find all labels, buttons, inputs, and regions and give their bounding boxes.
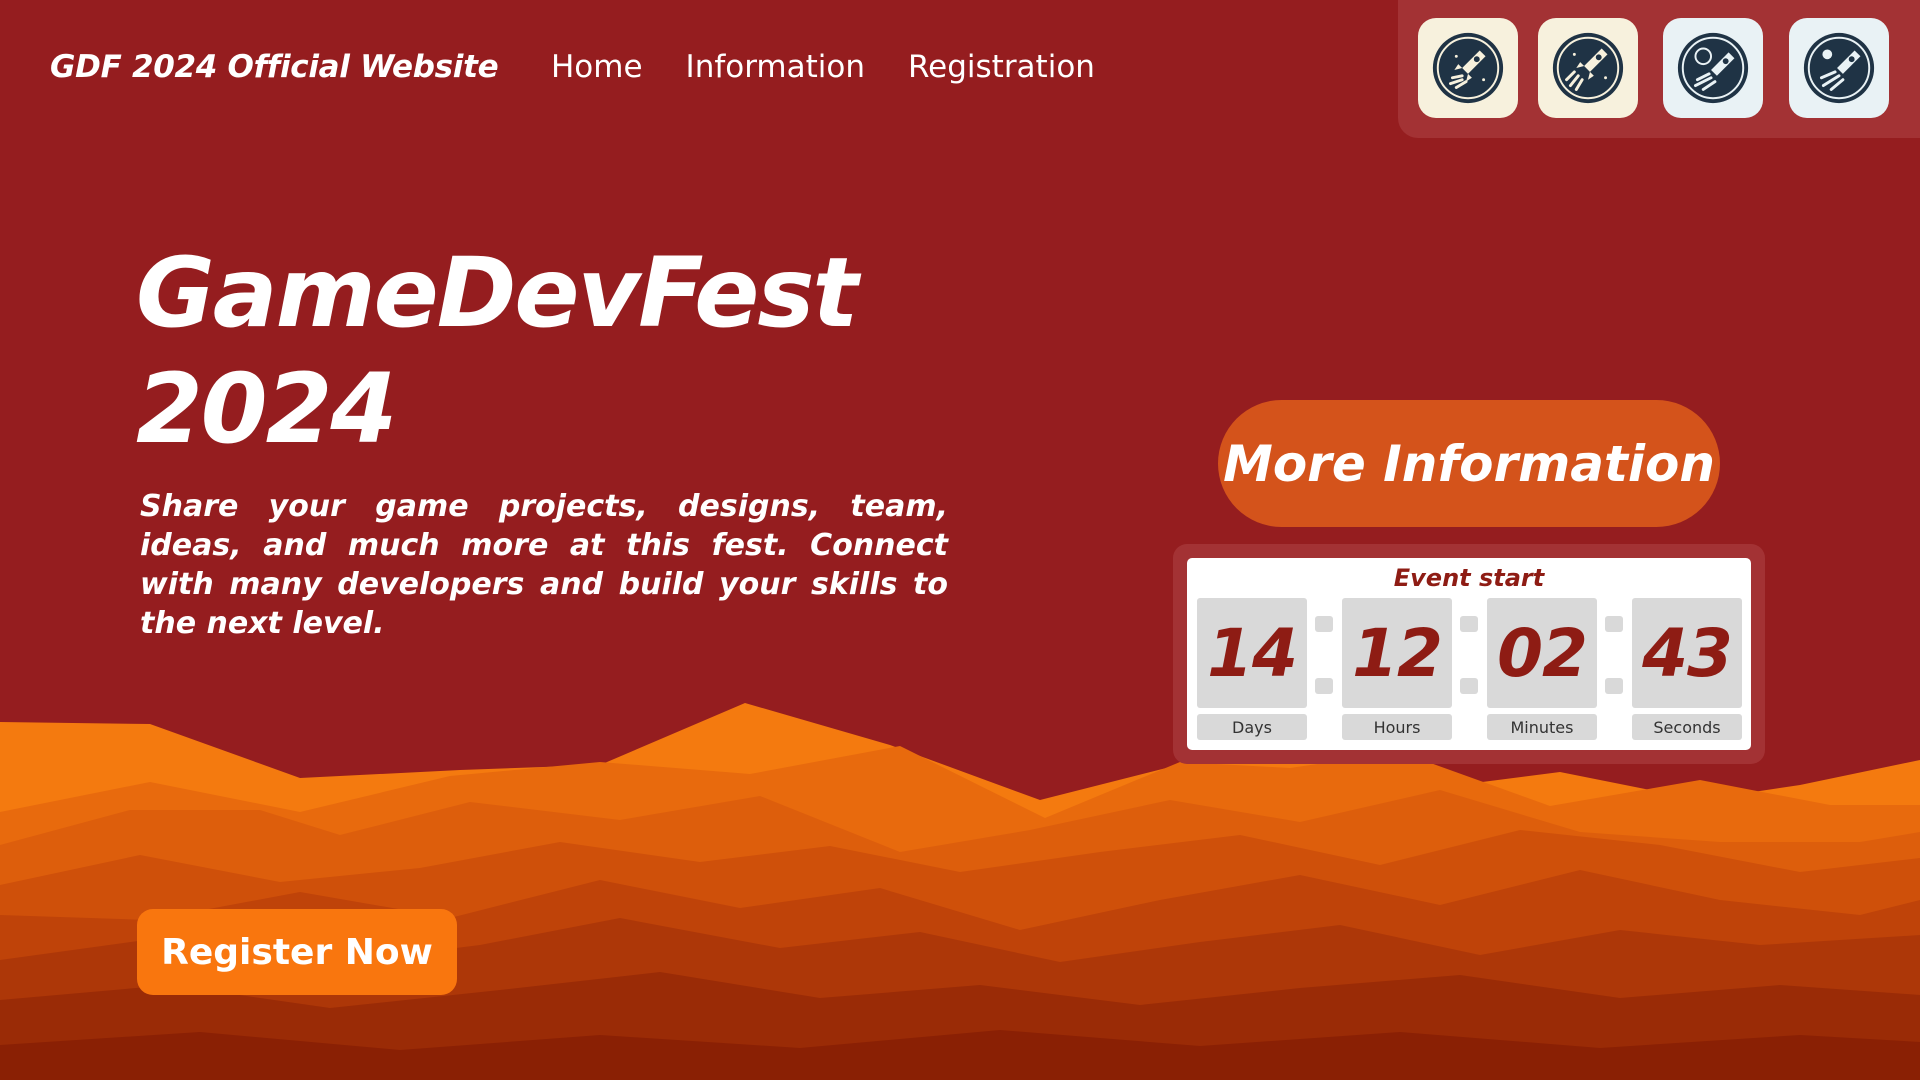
hero-title-line1: GameDevFest bbox=[136, 237, 858, 349]
hero-title: GameDevFest 2024 bbox=[136, 235, 858, 467]
register-now-button[interactable]: Register Now bbox=[137, 909, 457, 995]
hours-value: 12 bbox=[1342, 598, 1452, 708]
separator-dot bbox=[1460, 616, 1478, 632]
separator-dot bbox=[1315, 616, 1333, 632]
separator-dot bbox=[1605, 616, 1623, 632]
more-information-button[interactable]: More Information bbox=[1218, 400, 1720, 527]
nav-information-link[interactable]: Information bbox=[686, 49, 865, 85]
separator-dot bbox=[1460, 678, 1478, 694]
nav-registration-link[interactable]: Registration bbox=[908, 49, 1095, 85]
site-title[interactable]: GDF 2024 Official Website bbox=[50, 49, 499, 85]
countdown-widget: Event start 14 Days 12 Hours 02 Minutes … bbox=[1173, 544, 1765, 764]
icon-panel bbox=[1398, 0, 1920, 138]
rocket-planet-icon[interactable] bbox=[1663, 18, 1763, 118]
separator-dot bbox=[1605, 678, 1623, 694]
days-value: 14 bbox=[1197, 598, 1307, 708]
hero-title-line2: 2024 bbox=[136, 353, 397, 465]
separator-dot bbox=[1315, 678, 1333, 694]
countdown-hours: 12 Hours bbox=[1342, 598, 1452, 740]
minutes-value: 02 bbox=[1487, 598, 1597, 708]
top-bar: GDF 2024 Official Website Home Informati… bbox=[0, 0, 1920, 138]
seconds-value: 43 bbox=[1632, 598, 1742, 708]
minutes-label: Minutes bbox=[1487, 714, 1597, 740]
countdown-card: Event start 14 Days 12 Hours 02 Minutes … bbox=[1187, 558, 1751, 750]
countdown-title: Event start bbox=[1393, 564, 1545, 592]
rocket-badge-icon[interactable] bbox=[1418, 18, 1518, 118]
rocket-launch-icon[interactable] bbox=[1538, 18, 1638, 118]
nav-home-link[interactable]: Home bbox=[551, 49, 643, 85]
hero-description: Share your game projects, designs, team,… bbox=[140, 489, 948, 641]
countdown-days: 14 Days bbox=[1197, 598, 1307, 740]
countdown-minutes: 02 Minutes bbox=[1487, 598, 1597, 740]
hours-label: Hours bbox=[1342, 714, 1452, 740]
seconds-label: Seconds bbox=[1632, 714, 1742, 740]
days-label: Days bbox=[1197, 714, 1307, 740]
rocket-moon-icon[interactable] bbox=[1789, 18, 1889, 118]
main-nav: Home Information Registration bbox=[551, 49, 1138, 85]
countdown-seconds: 43 Seconds bbox=[1632, 598, 1742, 740]
